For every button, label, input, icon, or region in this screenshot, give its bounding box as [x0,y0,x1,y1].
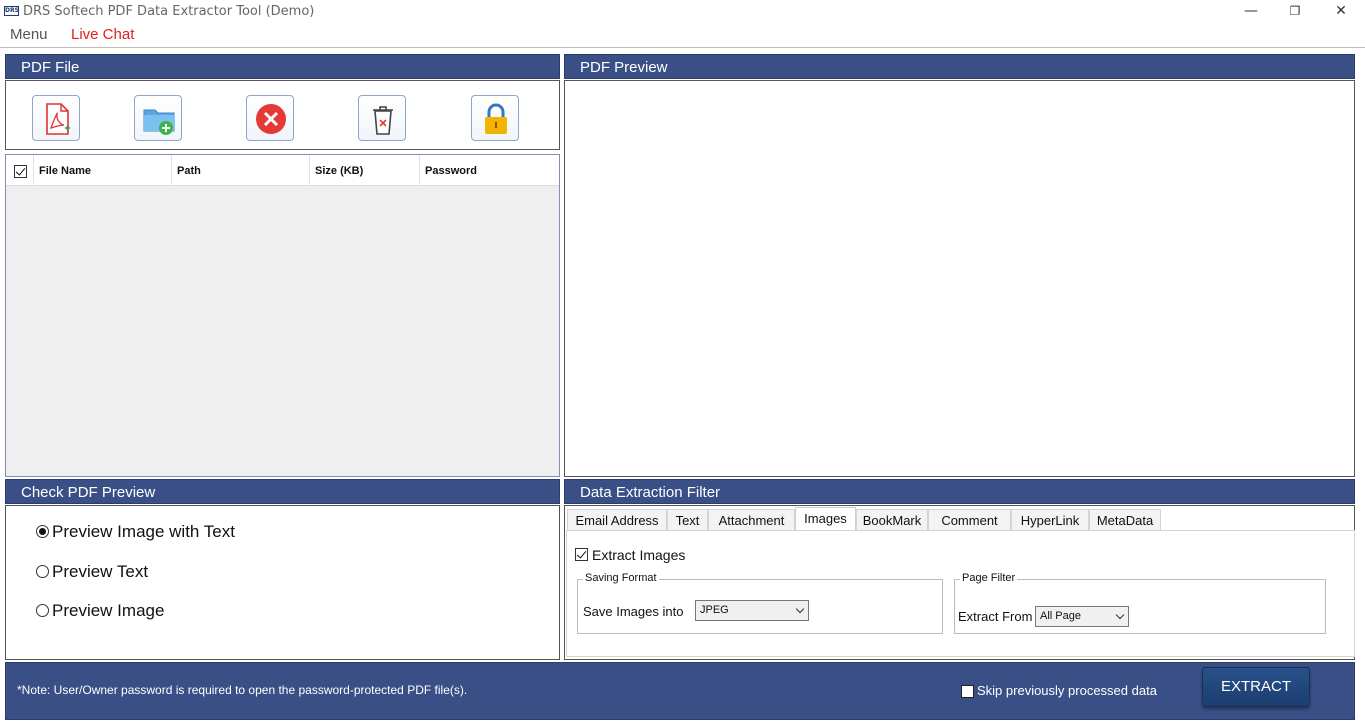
add-folder-button[interactable] [134,95,182,141]
pdf-preview-area [564,80,1355,477]
radio-label: Preview Image with Text [52,522,235,541]
footer-bar: *Note: User/Owner password is required t… [5,662,1355,720]
column-password[interactable]: Password [420,155,558,186]
saving-format-group: Saving Format Save Images into JPEG [577,572,943,634]
page-filter-title: Page Filter [960,572,1018,584]
add-pdf-button[interactable] [32,95,80,141]
tab-hyperlink[interactable]: HyperLink [1011,509,1089,531]
delete-all-button[interactable] [358,95,406,141]
column-path[interactable]: Path [172,155,310,186]
extract-from-value: All Page [1040,610,1081,622]
tab-images[interactable]: Images [795,507,856,531]
tab-email-address[interactable]: Email Address [567,509,667,531]
remove-icon [256,104,286,134]
check-preview-header: Check PDF Preview [5,479,560,504]
menu-bar: Menu Live Chat [0,24,1365,48]
extract-images-checkbox[interactable] [575,548,588,561]
delete-all-icon [373,106,393,135]
save-images-label: Save Images into [583,604,684,619]
skip-processed-checkbox[interactable] [961,685,974,698]
unlock-icon [485,103,507,134]
file-table-header: File Name Path Size (KB) Password [6,155,559,186]
add-pdf-icon [46,103,70,135]
password-note: *Note: User/Owner password is required t… [17,683,468,697]
save-format-value: JPEG [700,604,729,616]
live-chat-button[interactable]: Live Chat [71,26,134,43]
images-tab-panel: Extract Images Saving Format Save Images… [566,530,1355,657]
remove-file-button[interactable] [246,95,294,141]
saving-format-title: Saving Format [583,572,659,584]
minimize-button[interactable]: — [1228,0,1274,24]
radio-button[interactable] [36,565,49,578]
tab-attachment[interactable]: Attachment [708,509,795,531]
tab-text[interactable]: Text [667,509,708,531]
chevron-down-icon [795,604,805,614]
extract-from-label: Extract From [958,609,1033,624]
skip-processed-label: Skip previously processed data [977,683,1157,698]
extract-button[interactable]: EXTRACT [1202,667,1310,707]
tab-bookmark[interactable]: BookMark [856,509,928,531]
pdf-toolbar [5,80,560,150]
radio-button[interactable] [36,604,49,617]
pdf-file-header: PDF File [5,54,560,79]
radio-label: Preview Image [52,601,165,620]
radio-button[interactable] [36,525,49,538]
add-folder-icon [143,109,175,135]
check-preview-box: Preview Image with Text Preview Text Pre… [5,505,560,660]
page-filter-group: Page Filter Extract From All Page [954,572,1326,634]
column-size[interactable]: Size (KB) [310,155,420,186]
pdf-preview-header: PDF Preview [564,54,1355,79]
restore-button[interactable]: ❐ [1272,0,1318,24]
app-logo-icon: DRS [4,6,19,16]
select-all-checkbox[interactable] [14,165,27,178]
radio-label: Preview Text [52,562,149,581]
filter-header: Data Extraction Filter [564,479,1355,504]
select-all-cell [6,155,34,186]
window-title: DRS Softech PDF Data Extractor Tool (Dem… [23,4,315,19]
tab-comment[interactable]: Comment [928,509,1011,531]
unlock-button[interactable] [471,95,519,141]
menu-button[interactable]: Menu [10,26,48,43]
title-bar: DRS DRS Softech PDF Data Extractor Tool … [0,0,1365,24]
extract-from-select[interactable]: All Page [1035,606,1129,627]
extract-images-label: Extract Images [592,547,686,563]
column-file-name[interactable]: File Name [34,155,172,186]
close-button[interactable]: ✕ [1318,0,1364,24]
tab-metadata[interactable]: MetaData [1089,509,1161,531]
chevron-down-icon [1115,610,1125,620]
file-table[interactable]: File Name Path Size (KB) Password [5,154,560,477]
save-format-select[interactable]: JPEG [695,600,809,621]
